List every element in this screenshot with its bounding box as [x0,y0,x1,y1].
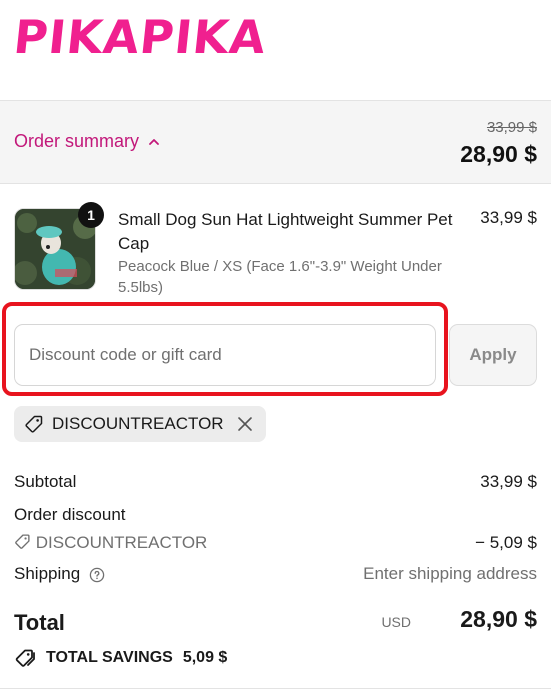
applied-discount-chip: DISCOUNTREACTOR [14,406,266,442]
total-value: 28,90 $ [460,606,537,632]
order-discount-label: Order discount [14,505,126,524]
apply-button[interactable]: Apply [449,324,537,386]
brand-logo[interactable]: PIKAPIKA [11,10,269,64]
chevron-up-icon [149,138,159,145]
order-summary-label: Order summary [14,131,140,151]
shipping-label: Shipping [14,564,81,583]
total-savings-value: 5,09 $ [182,649,228,666]
subtotal-label: Subtotal [14,472,77,491]
total-savings-label: TOTAL SAVINGS [46,649,173,666]
savings-tag-icon [15,649,35,667]
close-icon[interactable] [236,415,254,433]
shipping-value: Enter shipping address [363,564,537,583]
subtotal-row: Subtotal 33,99 $ [14,472,537,492]
product-thumbnail-wrap: 1 [14,202,104,290]
order-summary-bar: Order summary 33,99 $ 28,90 $ [0,100,551,184]
applied-discount-code: DISCOUNTREACTOR [52,414,224,433]
line-item: 1 Small Dog Sun Hat Lightweight Summer P… [0,200,551,300]
total-label: Total [14,610,65,635]
total-row: Total USD 28,90 $ [14,606,537,640]
order-discount-code: DISCOUNTREACTOR [35,533,208,552]
subtotal-value: 33,99 $ [480,472,537,491]
product-title: Small Dog Sun Hat Lightweight Summer Pet… [118,210,453,253]
tag-icon [25,415,43,433]
discount-code-input[interactable] [14,324,436,386]
product-price: 33,99 $ [480,208,537,227]
order-discount-value: − 5,09 $ [475,533,537,552]
summary-total: 28,90 $ [460,141,537,167]
original-total: 33,99 $ [486,119,537,136]
shipping-row: Shipping Enter shipping address [14,564,537,584]
total-savings: TOTAL SAVINGS 5,09 $ [14,648,227,668]
tag-icon [15,534,30,549]
divider [0,688,551,689]
help-icon[interactable] [89,567,105,583]
product-variant: Peacock Blue / XS (Face 1.6"-3.9" Weight… [118,258,442,296]
quantity-badge: 1 [78,202,104,228]
order-discount-code-row: DISCOUNTREACTOR − 5,09 $ [14,533,537,553]
order-summary-toggle[interactable]: Order summary [14,131,159,152]
header: PIKAPIKA [0,0,551,100]
currency-code: USD [381,614,411,630]
order-discount-row: Order discount [14,505,537,525]
